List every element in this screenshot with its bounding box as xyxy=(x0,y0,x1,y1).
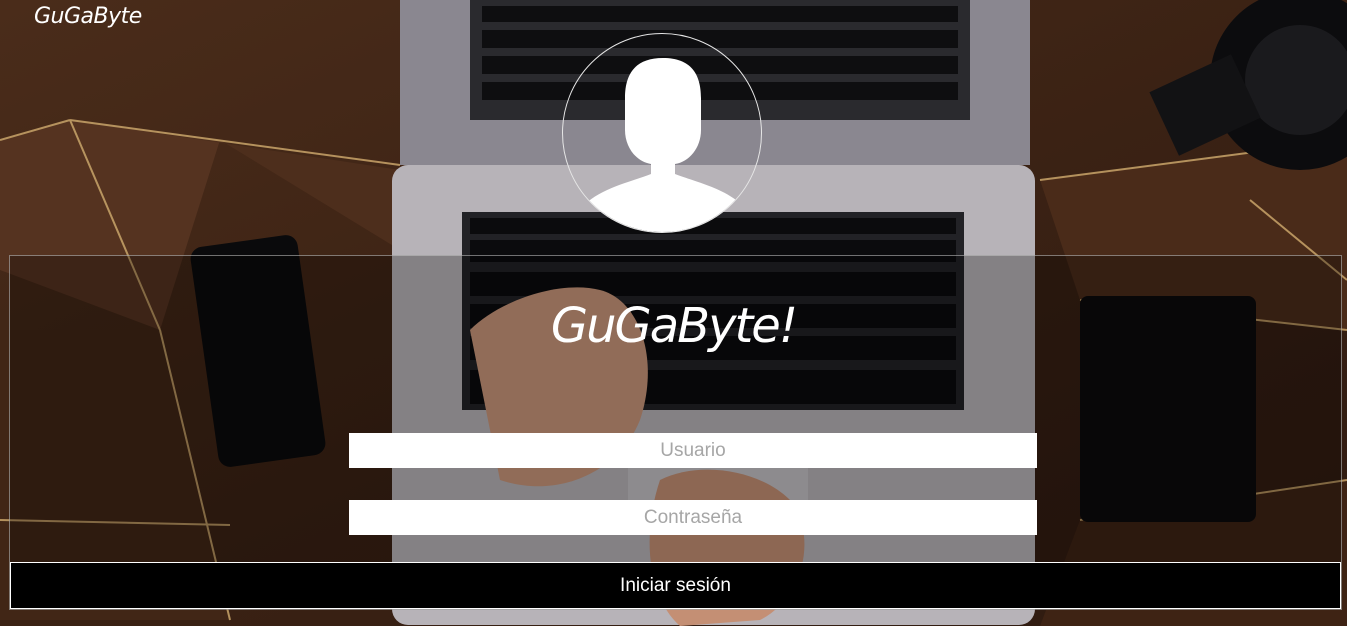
password-input[interactable] xyxy=(349,500,1037,535)
user-silhouette-icon xyxy=(577,58,749,232)
login-button[interactable]: Iniciar sesión xyxy=(10,562,1341,609)
username-input[interactable] xyxy=(349,433,1037,468)
brand-logo-text: GuGaByte xyxy=(34,4,142,29)
avatar xyxy=(562,33,762,233)
login-title: GuGaByte! xyxy=(550,298,798,354)
